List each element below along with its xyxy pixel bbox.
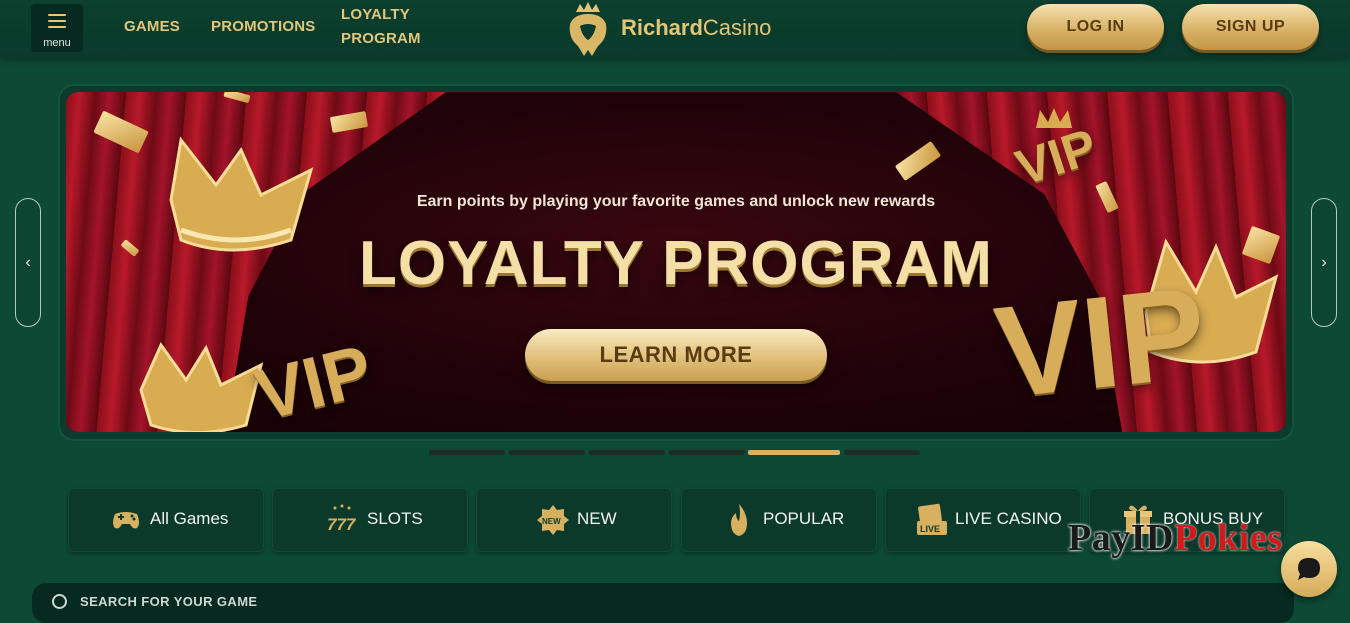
category-all-games[interactable]: All Games [68, 488, 264, 552]
carousel-next-button[interactable]: › [1311, 198, 1337, 327]
category-slots[interactable]: 777 SLOTS [272, 488, 468, 552]
banner-subtitle: Earn points by playing your favorite gam… [416, 193, 936, 210]
slot-777-icon: 777 [327, 504, 357, 534]
svg-text:777: 777 [327, 515, 357, 534]
category-popular[interactable]: POPULAR [681, 488, 877, 552]
nav-promotions[interactable]: PROMOTIONS [211, 15, 316, 39]
top-header: menu GAMES PROMOTIONS LOYALTY PROGRAM Ri… [0, 0, 1350, 58]
chevron-right-icon: › [1321, 254, 1327, 271]
carousel-dot[interactable] [509, 450, 585, 455]
svg-text:NEW: NEW [542, 517, 561, 526]
flame-icon [731, 504, 747, 536]
carousel-dot-active[interactable] [748, 450, 840, 455]
chat-bubble-icon [1298, 558, 1320, 580]
crown-icon [139, 341, 264, 432]
nav-loyalty[interactable]: LOYALTY [341, 3, 410, 27]
menu-button[interactable]: menu [31, 4, 83, 52]
carousel-dot[interactable] [844, 450, 920, 455]
hamburger-icon [48, 14, 66, 32]
category-label: POPULAR [763, 509, 845, 528]
lion-crown-icon [569, 2, 607, 56]
nav-games[interactable]: GAMES [124, 15, 180, 39]
live-chat-button[interactable] [1281, 541, 1337, 597]
carousel-prev-button[interactable]: ‹ [15, 198, 41, 327]
logo-text: RichardCasino [621, 15, 771, 41]
chevron-left-icon: ‹ [25, 254, 31, 271]
gamepad-icon [113, 512, 139, 529]
login-button[interactable]: LOG IN [1027, 4, 1164, 50]
vip-text: VIP [248, 330, 381, 432]
logo-bold: Richard [621, 15, 703, 40]
game-search-input[interactable]: SEARCH FOR YOUR GAME [32, 583, 1294, 623]
watermark: PayIDPokies [1068, 516, 1283, 560]
nav-program[interactable]: PROGRAM [341, 27, 421, 51]
carousel-dot[interactable] [429, 450, 505, 455]
category-label: SLOTS [367, 509, 423, 528]
hero-banner[interactable]: VIP VIP VIP Earn points by playing your … [66, 92, 1286, 432]
category-new[interactable]: NEW NEW [476, 488, 672, 552]
learn-more-button[interactable]: LEARN MORE [525, 329, 827, 381]
carousel-dot[interactable] [589, 450, 665, 455]
category-live-casino[interactable]: LIVE LIVE CASINO [885, 488, 1081, 552]
live-cards-icon: LIVE [917, 503, 947, 535]
watermark-part1: PayID [1068, 517, 1174, 559]
svg-text:LIVE: LIVE [920, 524, 940, 534]
category-label: LIVE CASINO [955, 509, 1062, 528]
logo-light: Casino [702, 15, 772, 40]
search-icon [52, 594, 67, 609]
confetti [894, 141, 942, 181]
menu-label: menu [43, 37, 71, 49]
search-placeholder: SEARCH FOR YOUR GAME [80, 594, 258, 609]
banner-title: LOYALTY PROGRAM [359, 229, 993, 298]
watermark-part2: Pokies [1173, 517, 1283, 559]
signup-button[interactable]: SIGN UP [1182, 4, 1319, 50]
new-badge-icon: NEW [537, 505, 569, 535]
category-label: NEW [577, 509, 617, 528]
category-label: All Games [150, 509, 229, 528]
carousel-dot[interactable] [669, 450, 745, 455]
